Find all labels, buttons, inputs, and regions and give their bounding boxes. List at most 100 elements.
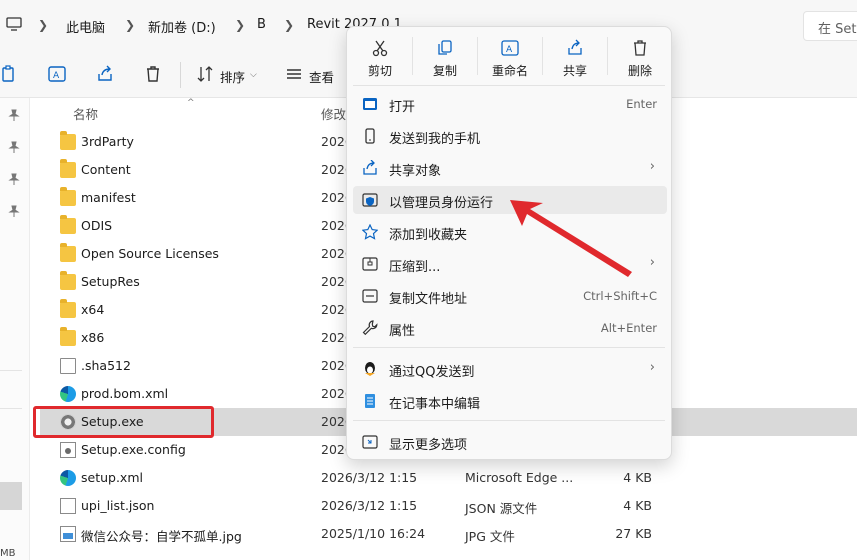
file-explorer-window: ❯ 此电脑 ❯ 新加卷 (D:) ❯ B ❯ Revit 2027.0.1 在 … bbox=[0, 0, 857, 560]
trash-icon[interactable] bbox=[143, 64, 163, 84]
menu-item[interactable]: 显示更多选项 bbox=[353, 428, 667, 456]
red-highlight-box bbox=[33, 406, 214, 438]
menu-item[interactable]: 共享对象 › bbox=[353, 154, 667, 182]
pin-icon[interactable] bbox=[7, 108, 21, 122]
folder-icon bbox=[60, 159, 76, 178]
file-type: JSON 源文件 bbox=[465, 501, 538, 516]
file-size: 4 KB bbox=[623, 498, 652, 513]
file-date: 2026/3/12 1:15 bbox=[321, 470, 418, 485]
breadcrumb-b[interactable]: B bbox=[257, 17, 266, 32]
file-name: SetupRes bbox=[81, 274, 140, 289]
file-type: Microsoft Edge ... bbox=[465, 470, 574, 485]
share-label: 共享 bbox=[562, 64, 587, 78]
file-row[interactable]: 微信公众号：自学不孤单.jpg 2025/1/10 16:24 JPG 文件 27 K… bbox=[40, 520, 857, 548]
jpg-file-icon bbox=[60, 526, 76, 542]
chevron-right-icon[interactable]: ❯ bbox=[125, 18, 135, 32]
view-button[interactable]: 查看 bbox=[309, 67, 334, 86]
file-size: 27 KB bbox=[615, 526, 652, 541]
menu-item[interactable]: 压缩到... › bbox=[353, 250, 667, 278]
file-name: 3rdParty bbox=[81, 134, 134, 149]
sort-caret-icon: ^ bbox=[187, 98, 195, 108]
menu-item-label: 通过QQ发送到 bbox=[389, 365, 475, 380]
edge-icon bbox=[60, 470, 76, 486]
paste-icon[interactable] bbox=[0, 64, 20, 84]
shield-icon bbox=[362, 193, 378, 207]
file-name: Setup.exe.config bbox=[81, 442, 186, 457]
menu-item[interactable]: 属性 Alt+Enter bbox=[353, 314, 667, 342]
share-icon[interactable] bbox=[95, 64, 115, 84]
menu-item-label: 复制文件地址 bbox=[389, 292, 468, 307]
menu-divider bbox=[353, 420, 665, 421]
menu-item[interactable]: 复制文件地址 Ctrl+Shift+C bbox=[353, 282, 667, 310]
nav-divider bbox=[0, 408, 22, 409]
menu-item[interactable]: 打开 Enter bbox=[353, 90, 667, 118]
menu-item-shortcut: Enter bbox=[626, 97, 657, 111]
folder-icon bbox=[60, 299, 76, 318]
rename-label: 重命名 bbox=[491, 64, 528, 78]
share-icon bbox=[568, 39, 582, 55]
menu-item[interactable]: 通过QQ发送到 › bbox=[353, 355, 667, 383]
file-size: 4 KB bbox=[623, 470, 652, 485]
view-icon[interactable] bbox=[284, 64, 304, 84]
copy-button[interactable]: 复制 bbox=[412, 33, 478, 81]
star-icon bbox=[362, 224, 378, 240]
menu-item-label: 发送到我的手机 bbox=[389, 132, 481, 147]
nav-scrollbar-thumb[interactable] bbox=[0, 482, 22, 510]
share-with-icon bbox=[363, 160, 377, 175]
menu-item-label: 属性 bbox=[389, 324, 416, 339]
toolbar-divider bbox=[180, 62, 181, 88]
menu-item[interactable]: 添加到收藏夹 bbox=[353, 218, 667, 246]
menu-item-shortcut: Alt+Enter bbox=[600, 321, 657, 335]
pin-icon[interactable] bbox=[7, 204, 21, 218]
menu-item-label: 添加到收藏夹 bbox=[389, 228, 468, 243]
file-name: setup.xml bbox=[81, 470, 143, 485]
computer-icon[interactable] bbox=[6, 16, 22, 32]
chevron-right-icon[interactable]: ❯ bbox=[38, 18, 48, 32]
folder-icon bbox=[60, 327, 76, 346]
copy-icon bbox=[438, 40, 452, 55]
open-app-icon bbox=[363, 98, 377, 110]
chevron-right-icon[interactable]: ❯ bbox=[284, 18, 294, 32]
search-input[interactable]: 在 Setup 中搜索 bbox=[803, 11, 857, 41]
edge-icon bbox=[60, 386, 76, 402]
chevron-right-icon[interactable]: ❯ bbox=[235, 18, 245, 32]
share-button[interactable]: 共享 bbox=[542, 33, 608, 81]
breadcrumb-this-pc[interactable]: 此电脑 bbox=[66, 17, 105, 36]
menu-item[interactable]: 发送到我的手机 bbox=[353, 122, 667, 150]
rename-icon: A bbox=[501, 40, 519, 56]
menu-item-label: 以管理员身份运行 bbox=[389, 196, 494, 211]
chevron-right-icon: › bbox=[649, 360, 655, 375]
context-menu: 剪切 复制 A 重命名 共享 删除 打开 Enter 发送到我的手机 共享对象 … bbox=[346, 26, 672, 460]
menu-item-label: 显示更多选项 bbox=[389, 438, 468, 453]
rename-button[interactable]: A 重命名 bbox=[477, 33, 543, 81]
svg-text:A: A bbox=[506, 45, 513, 55]
menu-item[interactable]: 以管理员身份运行 bbox=[353, 186, 667, 214]
pin-icon[interactable] bbox=[7, 140, 21, 154]
file-name: x86 bbox=[81, 330, 105, 345]
chevron-down-icon[interactable]: ⌵ bbox=[250, 70, 257, 80]
file-row[interactable]: upi_list.json 2026/3/12 1:15 JSON 源文件 4 KB bbox=[40, 492, 857, 520]
file-name: Open Source Licenses bbox=[81, 246, 219, 261]
file-icon bbox=[60, 358, 76, 374]
rename-icon[interactable]: A bbox=[47, 64, 67, 84]
cut-label: 剪切 bbox=[367, 64, 392, 78]
file-name: .sha512 bbox=[81, 358, 131, 373]
menu-item-shortcut: Ctrl+Shift+C bbox=[583, 289, 657, 303]
breadcrumb-drive[interactable]: 新加卷 (D:) bbox=[148, 17, 216, 36]
column-header-name[interactable]: 名称 bbox=[73, 104, 98, 123]
file-name: 微信公众号：自学不孤单.jpg bbox=[81, 529, 242, 544]
menu-item-label: 压缩到... bbox=[389, 260, 441, 275]
sort-icon[interactable] bbox=[195, 64, 215, 84]
file-name: manifest bbox=[81, 190, 136, 205]
file-row[interactable]: setup.xml 2026/3/12 1:15 Microsoft Edge ..… bbox=[40, 464, 857, 492]
file-name: ODIS bbox=[81, 218, 113, 233]
file-date: 2026/3/12 1:15 bbox=[321, 498, 418, 513]
delete-button[interactable]: 删除 bbox=[607, 33, 673, 81]
menu-item[interactable]: 在记事本中编辑 bbox=[353, 387, 667, 415]
cut-button[interactable]: 剪切 bbox=[347, 33, 413, 81]
sort-button[interactable]: 排序 bbox=[220, 67, 245, 86]
status-size-text: MB bbox=[0, 548, 16, 559]
copy-path-icon bbox=[362, 289, 378, 303]
pin-icon[interactable] bbox=[7, 172, 21, 186]
file-type: JPG 文件 bbox=[465, 529, 515, 544]
